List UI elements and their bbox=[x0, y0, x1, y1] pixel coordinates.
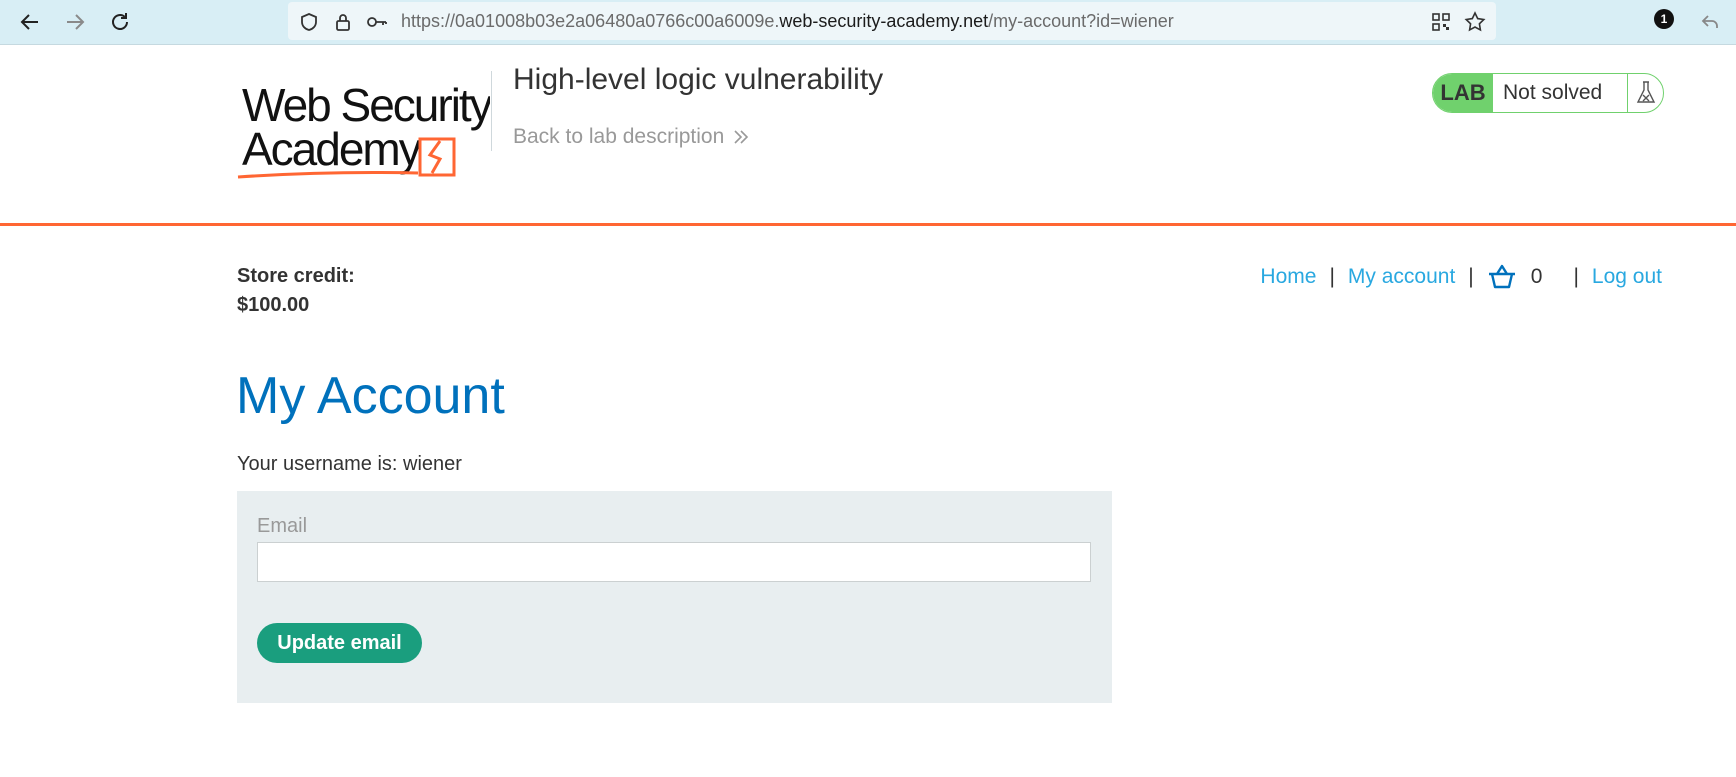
nav-separator: | bbox=[1573, 265, 1579, 288]
forward-arrow-icon[interactable] bbox=[59, 6, 91, 38]
flask-icon bbox=[1628, 74, 1663, 112]
cart-link[interactable]: 0 bbox=[1487, 264, 1543, 290]
lock-icon[interactable] bbox=[332, 11, 354, 33]
key-icon[interactable] bbox=[366, 11, 388, 33]
star-bookmark-icon[interactable] bbox=[1464, 11, 1486, 33]
update-email-form: Email Update email bbox=[237, 491, 1112, 703]
nav-logout-link[interactable]: Log out bbox=[1592, 265, 1662, 289]
notification-badge[interactable]: 1 bbox=[1654, 9, 1674, 29]
reload-icon[interactable] bbox=[104, 6, 136, 38]
url-text[interactable]: https://0a01008b03e2a06480a0766c00a6009e… bbox=[401, 11, 1174, 32]
lab-status-widget: LAB Not solved bbox=[1432, 73, 1664, 113]
web-security-academy-logo[interactable]: Web Security Academy bbox=[236, 69, 495, 209]
nav-my-account-link[interactable]: My account bbox=[1348, 265, 1455, 289]
email-input[interactable] bbox=[257, 542, 1091, 582]
page-title: My Account bbox=[236, 367, 505, 425]
nav-separator: | bbox=[1329, 265, 1335, 288]
basket-icon bbox=[1488, 264, 1515, 289]
store-credit-label: Store credit: bbox=[237, 265, 355, 287]
undo-arrow-icon[interactable] bbox=[1694, 6, 1726, 38]
store-credit-value: $100.00 bbox=[237, 294, 310, 316]
browser-toolbar: https://0a01008b03e2a06480a0766c00a6009e… bbox=[0, 0, 1736, 45]
double-chevron-right-icon bbox=[734, 130, 749, 144]
lab-status-text: Not solved bbox=[1493, 74, 1628, 112]
header-divider bbox=[491, 71, 492, 151]
back-to-lab-description-link[interactable]: Back to lab description bbox=[513, 125, 750, 149]
nav-home-link[interactable]: Home bbox=[1260, 265, 1316, 289]
username-text: Your username is: wiener bbox=[237, 453, 462, 475]
lab-tag: LAB bbox=[1433, 74, 1493, 112]
cart-count: 0 bbox=[1530, 265, 1543, 288]
back-link-label: Back to lab description bbox=[513, 125, 725, 148]
nav-separator: | bbox=[1468, 265, 1474, 288]
back-arrow-icon[interactable] bbox=[14, 6, 46, 38]
address-bar[interactable]: https://0a01008b03e2a06480a0766c00a6009e… bbox=[288, 2, 1496, 40]
top-navigation: Home | My account | 0 | Log out bbox=[1260, 264, 1662, 290]
shield-icon[interactable] bbox=[298, 11, 320, 33]
qr-code-icon[interactable] bbox=[1430, 11, 1452, 33]
lab-title: High-level logic vulnerability bbox=[513, 63, 884, 96]
lab-header: Web Security Academy High-level logic vu… bbox=[0, 45, 1736, 226]
update-email-button[interactable]: Update email bbox=[257, 623, 422, 663]
logo-line-2: Academy bbox=[242, 123, 422, 175]
email-label: Email bbox=[257, 515, 308, 537]
